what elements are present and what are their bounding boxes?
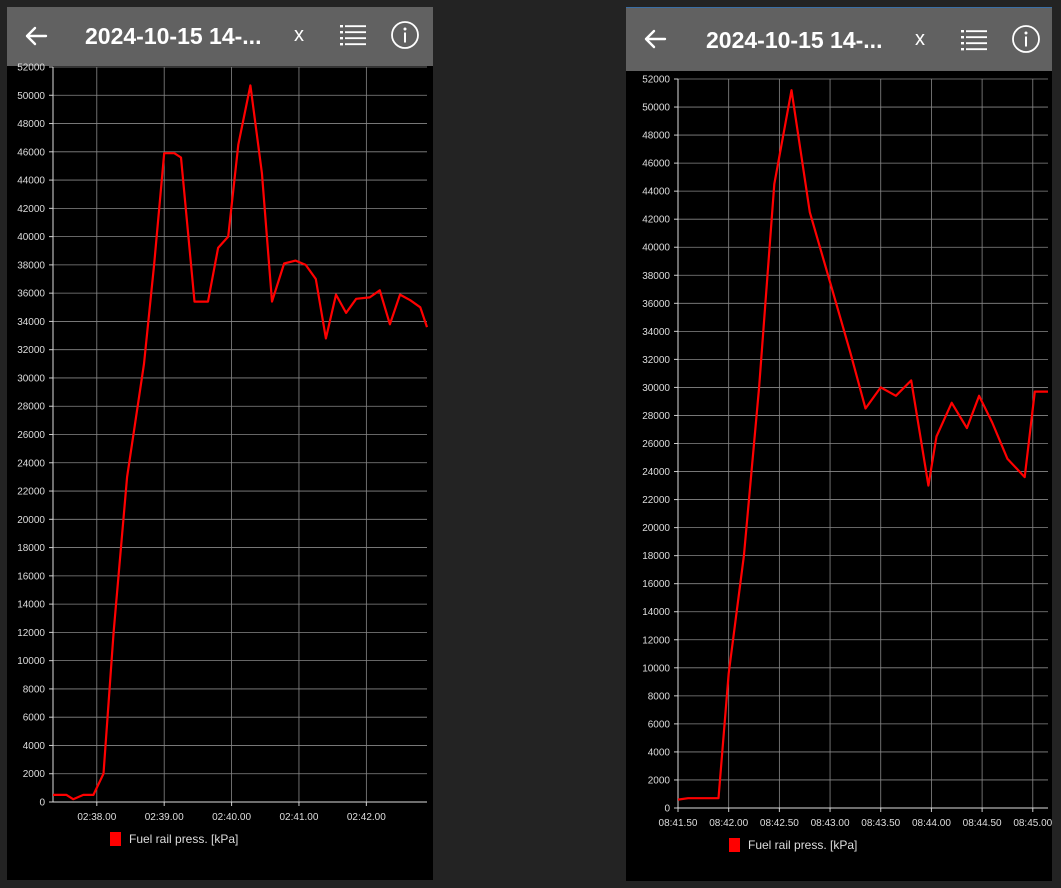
y-tick-label: 14000 (642, 607, 670, 618)
y-tick-label: 40000 (17, 232, 45, 243)
y-tick-label: 8000 (23, 684, 46, 695)
y-tick-label: 34000 (17, 317, 45, 328)
chart-panel-right: 2024-10-15 14-... x 0 2000 4000 6000 8000 100… (626, 7, 1052, 881)
series-line-fuel-rail-press (53, 84, 429, 801)
y-tick-label: 24000 (642, 467, 670, 478)
y-tick-label: 2000 (648, 775, 671, 786)
x-tick-label: 02:38.00 (77, 812, 116, 823)
y-tick-label: 22000 (642, 495, 670, 506)
chart-legend: Fuel rail press. [kPa] (729, 838, 857, 852)
x-tick-label: 08:44.00 (912, 818, 951, 829)
y-tick-label: 28000 (642, 411, 670, 422)
x-tick-label: 02:42.00 (347, 812, 386, 823)
y-tick-label: 32000 (642, 355, 670, 366)
series-line-fuel-rail-press (677, 89, 1048, 801)
y-tick-label: 50000 (642, 103, 670, 114)
y-tick-label: 42000 (17, 204, 45, 215)
y-tick-label: 42000 (642, 215, 670, 226)
x-tick-label: 08:43.00 (811, 818, 850, 829)
x-tick-label: 08:43.50 (861, 818, 900, 829)
y-tick-label: 2000 (23, 769, 46, 780)
y-tick-label: 14000 (17, 600, 45, 611)
x-tick-label: 02:40.00 (212, 812, 251, 823)
y-tick-label: 32000 (17, 345, 45, 356)
chart-panel-left: 2024-10-15 14-... x 0 2000 4000 6000 8000 100… (7, 7, 433, 880)
y-tick-label: 38000 (17, 260, 45, 271)
y-tick-label: 6000 (648, 719, 671, 730)
y-tick-label: 0 (664, 804, 670, 815)
line-chart: 0 2000 4000 6000 8000 10000 12000 14000 16000 180… (642, 75, 1052, 830)
y-tick-label: 52000 (17, 63, 45, 74)
legend-label: Fuel rail press. [kPa] (748, 838, 858, 852)
y-tick-label: 6000 (23, 713, 46, 724)
y-tick-label: 16000 (642, 579, 670, 590)
y-tick-label: 10000 (17, 656, 45, 667)
y-tick-label: 12000 (642, 635, 670, 646)
y-tick-label: 44000 (17, 176, 45, 187)
x-tick-label: 08:41.50 (659, 818, 698, 829)
y-tick-label: 50000 (17, 91, 45, 102)
line-chart: 0 2000 4000 6000 8000 10000 12000 14000 16000 180… (17, 63, 429, 823)
y-tick-label: 26000 (17, 430, 45, 441)
y-tick-label: 8000 (648, 691, 671, 702)
y-tick-label: 4000 (23, 741, 46, 752)
x-tick-label: 02:41.00 (279, 812, 318, 823)
y-tick-label: 26000 (642, 439, 670, 450)
y-tick-label: 18000 (642, 551, 670, 562)
y-tick-label: 36000 (17, 289, 45, 300)
y-tick-label: 48000 (642, 131, 670, 142)
y-tick-label: 46000 (642, 159, 670, 170)
y-tick-label: 20000 (642, 523, 670, 534)
y-tick-label: 48000 (17, 119, 45, 130)
legend-swatch (729, 838, 740, 852)
y-tick-label: 44000 (642, 187, 670, 198)
y-tick-label: 38000 (642, 271, 670, 282)
y-tick-label: 20000 (17, 515, 45, 526)
y-tick-label: 18000 (17, 543, 45, 554)
x-tick-label: 08:42.50 (760, 818, 799, 829)
x-tick-label: 08:45.00 (1013, 818, 1052, 829)
x-tick-label: 08:42.00 (709, 818, 748, 829)
y-tick-label: 52000 (642, 75, 670, 86)
y-tick-label: 24000 (17, 458, 45, 469)
legend-label: Fuel rail press. [kPa] (129, 832, 239, 846)
x-tick-label: 02:39.00 (145, 812, 184, 823)
y-tick-label: 46000 (17, 147, 45, 158)
y-tick-label: 40000 (642, 243, 670, 254)
y-tick-label: 16000 (17, 571, 45, 582)
y-tick-label: 30000 (17, 373, 45, 384)
y-tick-label: 34000 (642, 327, 670, 338)
y-tick-label: 28000 (17, 402, 45, 413)
legend-swatch (110, 832, 121, 846)
y-tick-label: 22000 (17, 487, 45, 498)
y-tick-label: 10000 (642, 663, 670, 674)
y-tick-label: 0 (39, 798, 45, 809)
y-tick-label: 4000 (648, 747, 671, 758)
y-tick-label: 30000 (642, 383, 670, 394)
chart-legend: Fuel rail press. [kPa] (110, 832, 238, 846)
y-tick-label: 36000 (642, 299, 670, 310)
x-tick-label: 08:44.50 (963, 818, 1002, 829)
y-tick-label: 12000 (17, 628, 45, 639)
